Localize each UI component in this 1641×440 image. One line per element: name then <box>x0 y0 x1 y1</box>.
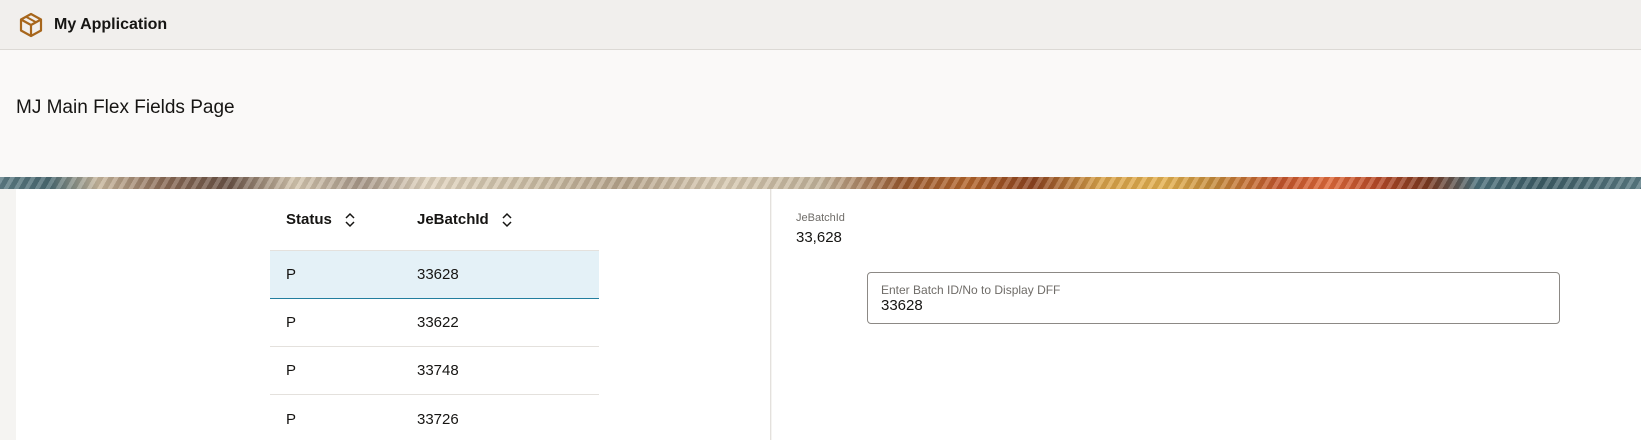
page-title-band: MJ Main Flex Fields Page <box>0 50 1641 177</box>
jebatchid-label: JeBatchId <box>796 212 845 224</box>
column-label: Status <box>286 211 332 228</box>
cell-status: P <box>286 314 297 331</box>
sort-updown-icon[interactable] <box>344 212 356 228</box>
cell-status: P <box>286 362 297 379</box>
cube-icon[interactable] <box>18 12 44 38</box>
batch-list-panel: Status JeBatchId P 33628 P 33622 P 33748… <box>16 189 771 440</box>
batch-table: Status JeBatchId P 33628 P 33622 P 33748… <box>270 189 599 440</box>
decorative-banner <box>0 177 1641 189</box>
cell-status: P <box>286 266 297 283</box>
batch-id-input[interactable] <box>881 297 1541 314</box>
jebatchid-value: 33,628 <box>796 229 842 246</box>
batch-detail-panel: JeBatchId 33,628 Enter Batch ID/No to Di… <box>772 189 1641 440</box>
table-row[interactable]: P 33726 <box>270 395 599 440</box>
table-header: Status JeBatchId <box>270 189 599 251</box>
table-row[interactable]: P 33622 <box>270 299 599 347</box>
app-header: My Application <box>0 0 1641 50</box>
batch-id-field-label: Enter Batch ID/No to Display DFF <box>881 283 1061 297</box>
column-label: JeBatchId <box>417 211 489 228</box>
table-row[interactable]: P 33748 <box>270 347 599 395</box>
cell-jebatchid: 33748 <box>417 362 459 379</box>
cell-status: P <box>286 410 297 428</box>
column-header-jebatchid[interactable]: JeBatchId <box>417 211 599 228</box>
app-title: My Application <box>54 15 168 33</box>
content-area: Status JeBatchId P 33628 P 33622 P 33748… <box>0 189 1641 440</box>
table-row[interactable]: P 33628 <box>270 251 599 299</box>
page-title: MJ Main Flex Fields Page <box>16 97 235 118</box>
cell-jebatchid: 33628 <box>417 266 459 283</box>
column-header-status[interactable]: Status <box>270 211 417 228</box>
cell-jebatchid: 33622 <box>417 314 459 331</box>
cell-jebatchid: 33726 <box>417 410 459 428</box>
sort-updown-icon[interactable] <box>501 212 513 228</box>
batch-id-field[interactable]: Enter Batch ID/No to Display DFF <box>867 272 1560 324</box>
